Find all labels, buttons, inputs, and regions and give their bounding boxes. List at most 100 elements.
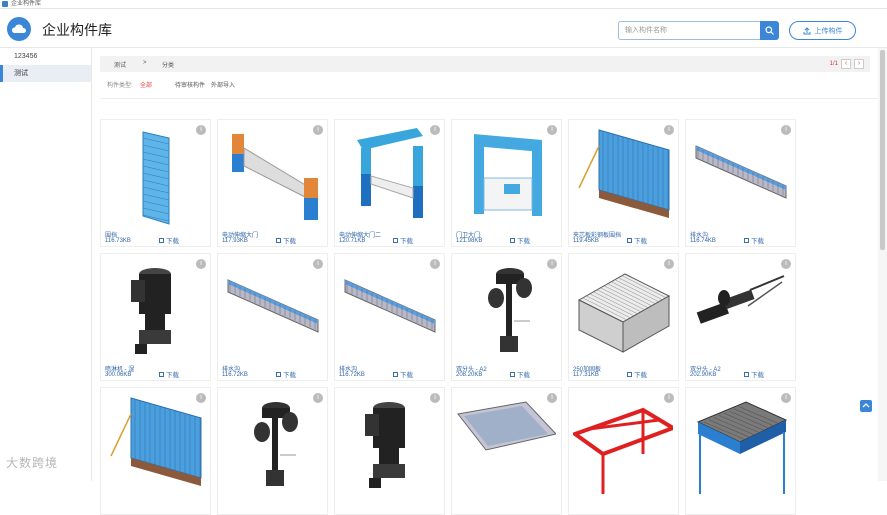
arrow-up-icon <box>862 403 870 408</box>
info-icon[interactable]: i <box>547 125 557 135</box>
component-size: 208.20KB <box>456 372 483 378</box>
download-button[interactable]: 下载 <box>744 235 764 245</box>
window-titlebar: 企业构件库 <box>0 0 887 9</box>
component-size: 116.72KB <box>339 372 365 378</box>
info-icon[interactable]: i <box>781 125 791 135</box>
upload-component-button[interactable]: 上传构件 <box>789 21 856 40</box>
breadcrumb-current[interactable]: 分类 <box>162 60 174 69</box>
download-button[interactable]: 下载 <box>159 369 179 379</box>
download-button[interactable]: 下载 <box>627 235 647 245</box>
double-head-icon[interactable] <box>222 394 322 494</box>
sprinkler-pump-icon[interactable] <box>105 260 205 360</box>
component-card[interactable]: i <box>334 387 445 515</box>
download-label: 下载 <box>166 372 179 379</box>
info-icon[interactable]: i <box>313 125 323 135</box>
drain-trench-icon[interactable] <box>222 260 322 360</box>
breadcrumb-root[interactable]: 测试 <box>114 60 126 69</box>
plank-stack-icon[interactable] <box>573 260 673 360</box>
component-card[interactable]: i 双分头 - A2 208.20KB 下载 <box>451 253 562 381</box>
drain-trench-icon[interactable] <box>339 260 439 360</box>
sidebar-item-test[interactable]: 测试 <box>0 65 91 82</box>
download-button[interactable]: 下载 <box>393 235 413 245</box>
info-icon[interactable]: i <box>781 393 791 403</box>
info-icon[interactable]: i <box>781 259 791 269</box>
info-icon[interactable]: i <box>430 393 440 403</box>
red-railing-icon[interactable] <box>570 394 678 494</box>
pending-review-link[interactable]: 待审核构件 <box>175 80 205 89</box>
type-filter-all[interactable]: 全部 <box>140 80 152 89</box>
upload-label: 上传构件 <box>814 27 843 35</box>
search-icon <box>765 26 774 35</box>
back-to-top-button[interactable] <box>860 400 872 412</box>
component-card[interactable]: i <box>100 387 211 515</box>
info-icon[interactable]: i <box>430 259 440 269</box>
download-button[interactable]: 下载 <box>510 369 530 379</box>
download-icon <box>393 237 398 243</box>
download-button[interactable]: 下载 <box>744 369 764 379</box>
info-icon[interactable]: i <box>664 259 674 269</box>
component-card[interactable]: i 排水沟 116.72KB 下载 <box>217 253 328 381</box>
info-icon[interactable]: i <box>547 259 557 269</box>
download-label: 下载 <box>634 372 647 379</box>
type-filter-label: 构件类型: <box>107 83 133 89</box>
component-card[interactable]: i 双分头 - A2 202.90KB 下载 <box>685 253 796 381</box>
component-card[interactable]: i <box>568 387 679 515</box>
component-card[interactable]: i <box>685 387 796 515</box>
component-card[interactable]: i 电动伸缩大门 117.93KB 下载 <box>217 119 328 247</box>
download-label: 下载 <box>400 372 413 379</box>
slab-icon[interactable] <box>456 394 557 494</box>
component-card[interactable]: i 围挡 116.73KB 下载 <box>100 119 211 247</box>
download-label: 下载 <box>751 372 764 379</box>
app-title: 企业构件库 <box>42 22 112 38</box>
download-button[interactable]: 下载 <box>510 235 530 245</box>
sidebar-item-label: 123456 <box>14 53 38 60</box>
info-icon[interactable]: i <box>430 125 440 135</box>
app-header: 企业构件库 输入构件名称 上传构件 <box>0 9 887 48</box>
download-button[interactable]: 下载 <box>276 235 296 245</box>
fence-panel-icon[interactable] <box>105 126 205 226</box>
info-icon[interactable]: i <box>547 393 557 403</box>
blue-fence-icon[interactable] <box>105 394 205 494</box>
info-icon[interactable]: i <box>196 259 206 269</box>
prev-page-button[interactable]: ‹ <box>841 59 851 69</box>
double-head-icon[interactable] <box>456 260 556 360</box>
info-icon[interactable]: i <box>664 393 674 403</box>
download-button[interactable]: 下载 <box>393 369 413 379</box>
component-card[interactable]: i 夹芯板彩钢板围挡 119.45KB 下载 <box>568 119 679 247</box>
component-card[interactable]: i 门卫大门 121.98KB 下载 <box>451 119 562 247</box>
external-import-link[interactable]: 外部导入 <box>211 80 235 89</box>
wrench-tool-icon[interactable] <box>690 260 790 360</box>
download-button[interactable]: 下载 <box>627 369 647 379</box>
info-icon[interactable]: i <box>313 259 323 269</box>
gate-house-icon[interactable] <box>456 126 556 226</box>
download-label: 下载 <box>283 238 296 245</box>
download-icon <box>627 237 632 243</box>
sidebar-item-123456[interactable]: 123456 <box>0 48 91 65</box>
sliding-gate-icon[interactable] <box>222 126 322 226</box>
component-card[interactable]: i 排水沟 116.74KB 下载 <box>685 119 796 247</box>
blue-fence-icon[interactable] <box>573 126 673 226</box>
search-input[interactable]: 输入构件名称 <box>618 21 761 40</box>
drain-trench-icon[interactable] <box>690 126 790 226</box>
component-card[interactable]: i <box>217 387 328 515</box>
scrollbar-thumb[interactable] <box>880 50 885 250</box>
component-card[interactable]: i 250加固板 117.31KB 下载 <box>568 253 679 381</box>
component-card[interactable]: i 排水沟 116.72KB 下载 <box>334 253 445 381</box>
download-button[interactable]: 下载 <box>159 235 179 245</box>
download-button[interactable]: 下载 <box>276 369 296 379</box>
component-size: 121.98KB <box>456 238 483 244</box>
app-icon <box>2 1 8 7</box>
sprinkler-pump-icon[interactable] <box>339 394 439 494</box>
next-page-button[interactable]: › <box>854 59 864 69</box>
download-label: 下载 <box>166 238 179 245</box>
gate-arch-icon[interactable] <box>339 126 439 226</box>
search-button[interactable] <box>760 21 779 40</box>
info-icon[interactable]: i <box>664 125 674 135</box>
scaffold-icon[interactable] <box>690 394 790 494</box>
component-card[interactable]: i 电动伸缩大门二 120.71KB 下载 <box>334 119 445 247</box>
component-card[interactable]: i 喷淋机 - 湿 300.06KB 下载 <box>100 253 211 381</box>
component-card[interactable]: i <box>451 387 562 515</box>
info-icon[interactable]: i <box>313 393 323 403</box>
info-icon[interactable]: i <box>196 393 206 403</box>
info-icon[interactable]: i <box>196 125 206 135</box>
